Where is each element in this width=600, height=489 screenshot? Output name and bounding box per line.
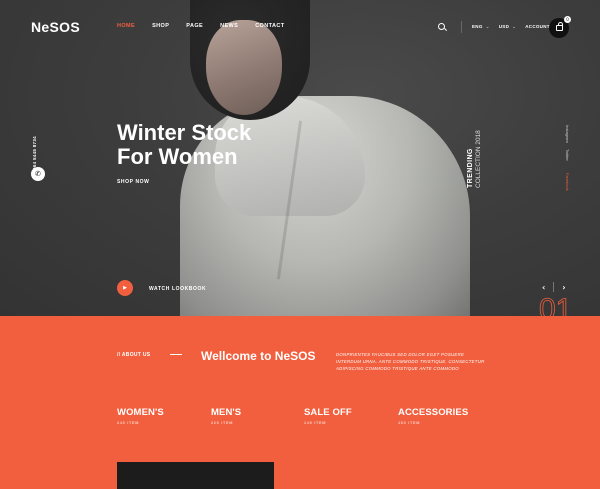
chevron-down-icon: ⌄ (512, 24, 517, 29)
slider-arrows: ‹ › (542, 282, 566, 292)
cart-count-badge: 0 (564, 16, 571, 23)
slide-number: 01 (539, 295, 573, 316)
language-dropdown[interactable]: ENG ⌄ (472, 24, 490, 30)
featured-image (117, 462, 274, 489)
play-icon[interactable]: ▶ (117, 280, 133, 296)
chevron-down-icon: ⌄ (485, 24, 490, 29)
trending-label: TRENDING COLLECTION 2018 (467, 130, 482, 188)
top-navigation: NeSOS HOME SHOP PAGE NEWS CONTACT ENG ⌄ U… (0, 0, 600, 54)
about-label: // ABOUT US (117, 352, 151, 358)
category-sale-off[interactable]: SALE OFF 145 ITEM (304, 407, 352, 425)
category-accessories[interactable]: ACCESSORIES 160 ITEM (398, 407, 468, 425)
menu-item-contact[interactable]: CONTACT (255, 23, 284, 29)
hero-banner: NeSOS HOME SHOP PAGE NEWS CONTACT ENG ⌄ U… (0, 0, 600, 316)
utility-nav: ENG⌄ USD⌄ ACCOUNT⌄ (438, 19, 566, 35)
menu-item-home[interactable]: HOME (117, 23, 135, 29)
social-links: Instagram Twitter Facebook (561, 125, 571, 195)
menu-item-news[interactable]: NEWS (220, 23, 238, 29)
divider (461, 21, 462, 33)
chevron-left-icon[interactable]: ‹ (542, 283, 545, 292)
menu-item-shop[interactable]: SHOP (152, 23, 169, 29)
social-link-facebook[interactable]: Facebook (565, 173, 570, 191)
search-icon[interactable] (438, 22, 447, 32)
cart-button[interactable]: 0 (549, 16, 571, 38)
about-title: Wellcome to NeSOS (201, 349, 316, 363)
social-link-instagram[interactable]: Instagram (565, 125, 570, 143)
shop-now-link[interactable]: SHOP NOW (117, 179, 150, 185)
main-menu: HOME SHOP PAGE NEWS CONTACT (117, 23, 301, 29)
menu-item-page[interactable]: PAGE (186, 23, 203, 29)
about-section: // ABOUT US Wellcome to NeSOS DONPRIENTE… (0, 316, 600, 489)
phone-number: 964 5445 8734 (32, 136, 37, 170)
divider (170, 354, 182, 355)
watch-lookbook-link[interactable]: WATCH LOOKBOOK (149, 286, 206, 292)
about-text: DONPRIENTES FAUCIBUS SED DOLOR EGET POSU… (336, 352, 485, 371)
chevron-right-icon[interactable]: › (562, 283, 565, 292)
social-link-twitter[interactable]: Twitter (565, 149, 570, 161)
currency-dropdown[interactable]: USD ⌄ (499, 24, 516, 30)
shopping-bag-icon (555, 22, 563, 31)
category-mens[interactable]: MEN'S 220 ITEM (211, 407, 241, 425)
hero-headline: Winter Stock For Women (117, 120, 252, 169)
category-womens[interactable]: WOMEN'S 240 ITEM (117, 407, 164, 425)
phone-icon[interactable]: ✆ (31, 167, 45, 181)
brand-logo[interactable]: NeSOS (31, 19, 80, 35)
